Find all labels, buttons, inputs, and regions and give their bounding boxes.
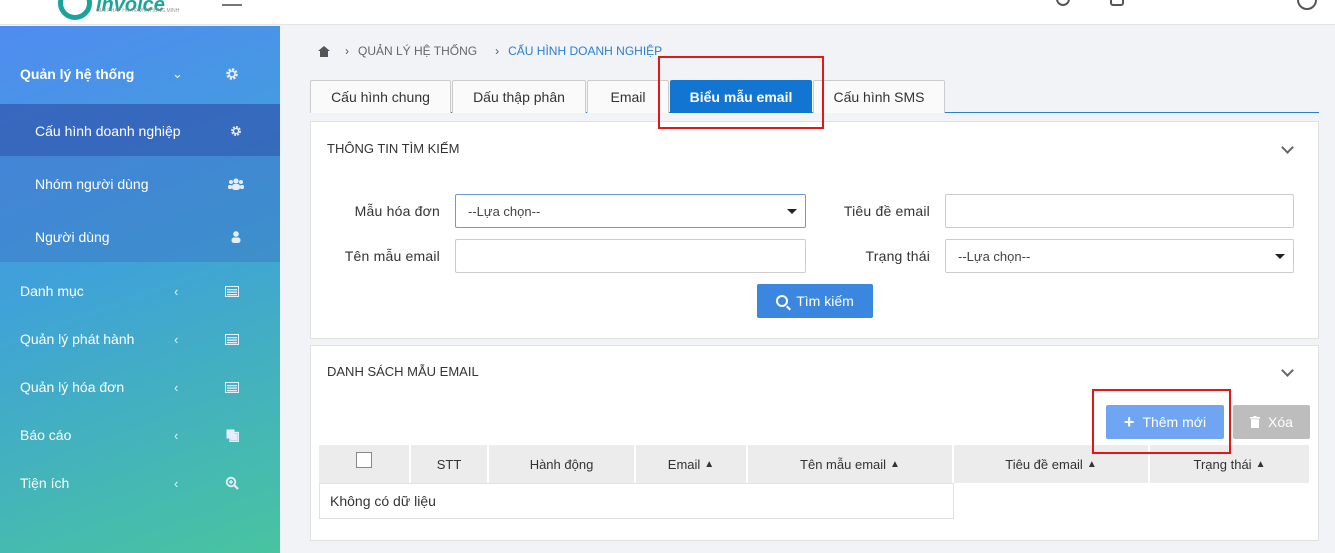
top-bar: invoice GIẢI PHÁP HÓA ĐƠN THÔNG MINH xyxy=(0,0,1335,25)
email-template-name-label: Tên mẫu email xyxy=(344,248,440,264)
chevron-down-icon: ⌄ xyxy=(172,66,183,81)
sidebar-item-label: Báo cáo xyxy=(20,427,72,443)
chevron-down-icon[interactable] xyxy=(1281,364,1294,377)
delete-button[interactable]: Xóa xyxy=(1233,405,1310,439)
column-label: Tên mẫu email xyxy=(800,456,887,472)
search-button-label: Tìm kiếm xyxy=(796,293,854,309)
sidebar-item-utilities[interactable]: Tiện ích ‹ xyxy=(0,473,280,493)
sidebar-item-label: Quản lý phát hành xyxy=(20,331,135,347)
sidebar-item-label: Người dùng xyxy=(35,229,110,245)
sort-icon: ▲ xyxy=(1255,458,1266,470)
sidebar-item-label: Tiện ích xyxy=(20,475,70,491)
sidebar-item-reports[interactable]: Báo cáo ‹ xyxy=(0,425,280,445)
sidebar-item-system-management[interactable]: Quản lý hệ thống ⌄ xyxy=(0,64,280,84)
user-icon xyxy=(228,229,244,245)
search-panel-title: THÔNG TIN TÌM KIẾM xyxy=(327,141,460,156)
zoom-icon xyxy=(224,475,240,491)
tab-sms-config[interactable]: Cấu hình SMS xyxy=(813,80,945,113)
email-template-name-input[interactable] xyxy=(455,239,806,273)
table-empty-row: Không có dữ liệu xyxy=(319,483,954,519)
sidebar-item-label: Nhóm người dùng xyxy=(35,176,149,192)
table-header-stt: STT xyxy=(411,445,488,483)
sidebar-item-categories[interactable]: Danh mục ‹ xyxy=(0,281,280,301)
logo-subtitle: GIẢI PHÁP HÓA ĐƠN THÔNG MINH xyxy=(96,8,180,14)
gear-icon xyxy=(228,123,244,139)
sidebar-item-label: Cấu hình doanh nghiệp xyxy=(35,123,181,139)
trash-icon xyxy=(1250,416,1261,428)
breadcrumb-separator-icon: › xyxy=(345,44,349,58)
sidebar-item-label: Quản lý hệ thống xyxy=(20,66,135,82)
breadcrumb-item-system-management[interactable]: QUẢN LÝ HỆ THỐNG xyxy=(358,44,477,58)
chevron-left-icon: ‹ xyxy=(174,379,179,395)
email-subject-label: Tiêu đề email xyxy=(843,203,930,219)
breadcrumb: › QUẢN LÝ HỆ THỐNG › CẤU HÌNH DOANH NGHI… xyxy=(318,44,680,58)
chevron-left-icon: ‹ xyxy=(174,331,179,347)
column-label: Hành động xyxy=(529,456,594,472)
table-header-select-all xyxy=(319,445,410,483)
highlight-box-tab xyxy=(658,56,824,129)
table-header-template-name[interactable]: Tên mẫu email ▲ xyxy=(748,445,953,483)
list-icon xyxy=(224,283,240,299)
list-icon xyxy=(224,331,240,347)
chevron-left-icon: ‹ xyxy=(174,427,179,443)
sidebar-item-issuance-management[interactable]: Quản lý phát hành ‹ xyxy=(0,329,280,349)
breadcrumb-separator-icon: › xyxy=(495,44,500,58)
sort-icon: ▲ xyxy=(890,458,900,470)
list-icon xyxy=(224,379,240,395)
sidebar-item-company-config[interactable]: Cấu hình doanh nghiệp xyxy=(0,121,280,141)
list-panel-title: DANH SÁCH MẪU EMAIL xyxy=(327,364,479,379)
sidebar-item-label: Quản lý hóa đơn xyxy=(20,379,125,395)
sort-icon: ▲ xyxy=(1086,458,1097,470)
breadcrumb-item-company-config: CẤU HÌNH DOANH NGHIỆP xyxy=(508,44,663,58)
menu-toggle-icon[interactable] xyxy=(222,0,242,6)
empty-state-text: Không có dữ liệu xyxy=(330,493,436,509)
copy-icon xyxy=(224,427,240,443)
table-header-email[interactable]: Email ▲ xyxy=(636,445,747,483)
sidebar-item-label: Danh mục xyxy=(20,283,84,299)
search-button[interactable]: Tìm kiếm xyxy=(757,284,873,318)
user-avatar-icon[interactable] xyxy=(1297,0,1317,10)
sidebar-item-user-groups[interactable]: Nhóm người dùng xyxy=(0,174,280,194)
email-subject-input[interactable] xyxy=(945,194,1294,228)
gear-icon xyxy=(224,66,240,82)
column-label: Tiêu đề email xyxy=(1005,456,1083,472)
status-select[interactable]: --Lựa chọn-- xyxy=(945,239,1294,273)
table-header-action: Hành động xyxy=(489,445,635,483)
tab-general-config[interactable]: Cấu hình chung xyxy=(310,80,451,113)
sidebar-item-users[interactable]: Người dùng xyxy=(0,227,280,247)
clock-icon[interactable] xyxy=(1056,0,1070,6)
column-label: Trạng thái xyxy=(1193,456,1252,472)
sort-icon: ▲ xyxy=(704,458,715,470)
chevron-left-icon: ‹ xyxy=(174,283,179,299)
sidebar: Quản lý hệ thống ⌄ Cấu hình doanh nghiệp… xyxy=(0,26,280,553)
column-label: STT xyxy=(436,456,462,472)
logo-icon xyxy=(58,0,92,20)
invoice-template-select-value: --Lựa chọn-- xyxy=(468,203,541,219)
users-icon xyxy=(228,176,244,192)
search-icon xyxy=(776,295,789,307)
caret-down-icon xyxy=(787,209,797,214)
caret-down-icon xyxy=(1275,254,1285,259)
tab-decimal-separator[interactable]: Dấu thập phân xyxy=(452,80,586,113)
invoice-template-label: Mẫu hóa đơn xyxy=(354,203,440,219)
chevron-left-icon: ‹ xyxy=(174,475,179,491)
bell-icon[interactable] xyxy=(1110,0,1124,6)
delete-button-label: Xóa xyxy=(1268,414,1293,430)
sidebar-item-invoice-management[interactable]: Quản lý hóa đơn ‹ xyxy=(0,377,280,397)
invoice-template-select[interactable]: --Lựa chọn-- xyxy=(455,194,806,228)
status-select-value: --Lựa chọn-- xyxy=(958,248,1031,264)
column-label: Email xyxy=(667,456,701,472)
highlight-box-add-button xyxy=(1092,389,1231,454)
tab-email[interactable]: Email xyxy=(587,80,669,113)
home-icon[interactable] xyxy=(318,45,331,57)
status-label: Trạng thái xyxy=(865,248,930,264)
select-all-checkbox[interactable] xyxy=(356,452,372,468)
chevron-down-icon[interactable] xyxy=(1281,141,1294,154)
